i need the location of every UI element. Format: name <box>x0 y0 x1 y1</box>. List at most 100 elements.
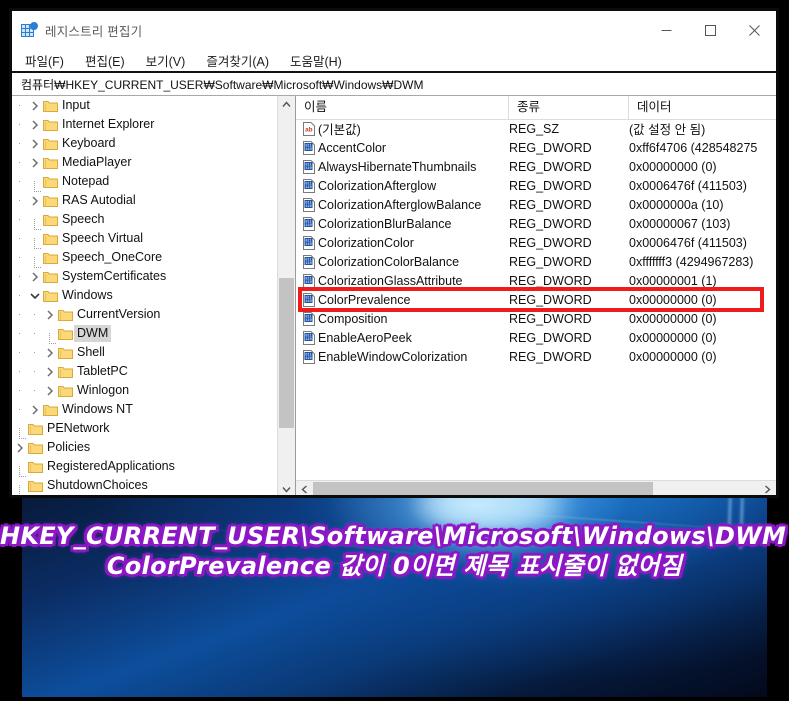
value-row[interactable]: 011 110 ColorizationGlassAttribute REG_DWOR… <box>296 271 776 290</box>
chevron-right-icon[interactable] <box>27 138 42 149</box>
menu-item-edit[interactable]: 편집(E) <box>83 50 127 71</box>
folder-icon <box>42 251 59 264</box>
values-list[interactable]: ab (기본값) REG_SZ (값 설정 안 됨) 011 110 AccentColor… <box>296 119 776 481</box>
tree-item-penetwork[interactable]: PENetwork <box>12 419 278 439</box>
tree-item-label: Winlogon <box>77 383 130 397</box>
tree-item-internet-explorer[interactable]: Internet Explorer <box>12 115 278 134</box>
title-bar: 레지스트리 편집기 <box>12 11 776 49</box>
values-hscroll-thumb[interactable] <box>313 482 653 495</box>
folder-icon <box>42 175 59 188</box>
value-row[interactable]: 011 110 EnableWindowColorization REG_DWORD 0… <box>296 347 776 366</box>
tree-item-systemcertificates[interactable]: SystemCertificates <box>12 267 278 286</box>
caption-overlay: HKEY_CURRENT_USER\Software\Microsoft\Win… <box>0 521 789 581</box>
column-header-type[interactable]: 종류 <box>509 96 629 119</box>
folder-icon <box>57 308 74 321</box>
tree-item-label: MediaPlayer <box>62 155 132 169</box>
registry-path-text: 컴퓨터₩HKEY_CURRENT_USER₩Software₩Microsoft… <box>21 77 424 92</box>
value-name: Composition <box>318 311 388 326</box>
value-row[interactable]: 011 110 ColorizationAfterglowBalance REG_DW… <box>296 195 776 214</box>
dword-value-icon: 011 110 <box>296 349 318 364</box>
string-value-icon: ab <box>296 121 318 136</box>
chevron-right-icon[interactable] <box>27 404 42 415</box>
chevron-right-icon[interactable] <box>42 309 57 320</box>
tree-item-currentversion[interactable]: CurrentVersion <box>12 305 278 324</box>
value-row[interactable]: 011 110 ColorizationColor REG_DWORD 0x000647… <box>296 233 776 252</box>
value-row[interactable]: ab (기본값) REG_SZ (값 설정 안 됨) <box>296 119 776 138</box>
value-name: AccentColor <box>318 140 387 155</box>
chevron-right-icon[interactable] <box>27 119 42 130</box>
svg-text:110: 110 <box>305 167 311 171</box>
scroll-down-icon[interactable] <box>278 481 295 495</box>
value-row[interactable]: 011 110 Composition REG_DWORD 0x00000000 (0) <box>296 309 776 328</box>
value-row[interactable]: 011 110 ColorizationAfterglow REG_DWORD 0x00… <box>296 176 776 195</box>
tree-item-notepad[interactable]: Notepad <box>12 172 278 192</box>
values-hscroll-track[interactable] <box>313 481 759 495</box>
chevron-right-icon[interactable] <box>27 100 42 111</box>
chevron-right-icon[interactable] <box>27 195 42 206</box>
chevron-right-icon[interactable] <box>42 347 57 358</box>
maximize-button[interactable] <box>688 11 732 49</box>
dword-value-icon: 011 110 <box>296 311 318 326</box>
column-header-name[interactable]: 이름 <box>296 96 509 119</box>
chevron-right-icon[interactable] <box>27 271 42 282</box>
tree-item-shell[interactable]: Shell <box>12 343 278 362</box>
value-name: ColorizationBlurBalance <box>318 216 452 231</box>
window-controls <box>644 11 776 49</box>
values-horizontal-scrollbar[interactable] <box>296 480 776 495</box>
folder-icon <box>27 460 44 473</box>
address-bar[interactable]: 컴퓨터₩HKEY_CURRENT_USER₩Software₩Microsoft… <box>12 73 776 96</box>
tree-item-label: Windows NT <box>62 402 133 416</box>
value-row[interactable]: 011 110 ColorizationBlurBalance REG_DWORD 0x… <box>296 214 776 233</box>
registry-tree[interactable]: Input Internet Explorer Keyboard MediaPlaye… <box>12 96 278 498</box>
tree-item-startisback[interactable]: StartIsBack <box>12 495 278 498</box>
value-data: 0x0000000a (10) <box>629 197 724 212</box>
tree-item-label: RAS Autodial <box>62 193 136 207</box>
menu-item-favorites[interactable]: 즐겨찾기(A) <box>204 50 271 71</box>
column-header-data[interactable]: 데이터 <box>629 96 776 119</box>
close-button[interactable] <box>732 11 776 49</box>
tree-item-shutdownchoices[interactable]: ShutdownChoices <box>12 476 278 495</box>
scroll-right-icon[interactable] <box>759 481 776 495</box>
tree-item-windows[interactable]: Windows <box>12 286 278 305</box>
tree-item-speech[interactable]: Speech <box>12 210 278 230</box>
tree-vertical-scrollbar[interactable] <box>277 96 295 495</box>
scroll-up-icon[interactable] <box>278 96 295 113</box>
value-row[interactable]: 011 110 AccentColor REG_DWORD 0xff6f4706 (42… <box>296 138 776 157</box>
value-type: REG_DWORD <box>509 273 592 288</box>
tree-item-input[interactable]: Input <box>12 96 278 115</box>
value-row[interactable]: 011 110 ColorPrevalence REG_DWORD 0x00000000… <box>296 290 776 309</box>
value-row[interactable]: 011 110 AlwaysHibernateThumbnails REG_DWORD… <box>296 157 776 176</box>
value-type: REG_DWORD <box>509 311 592 326</box>
tree-item-ras-autodial[interactable]: RAS Autodial <box>12 191 278 210</box>
tree-item-tabletpc[interactable]: TabletPC <box>12 362 278 381</box>
minimize-button[interactable] <box>644 11 688 49</box>
tree-item-registeredapplications[interactable]: RegisteredApplications <box>12 457 278 477</box>
chevron-right-icon[interactable] <box>12 442 27 453</box>
value-row[interactable]: 011 110 EnableAeroPeek REG_DWORD 0x00000000 … <box>296 328 776 347</box>
tree-item-speech-onecore[interactable]: Speech_OneCore <box>12 248 278 268</box>
tree-item-speech-virtual[interactable]: Speech Virtual <box>12 229 278 249</box>
value-row[interactable]: 011 110 ColorizationColorBalance REG_DWORD 0… <box>296 252 776 271</box>
chevron-right-icon[interactable] <box>42 385 57 396</box>
folder-icon <box>42 194 59 207</box>
value-name: (기본값) <box>318 123 361 137</box>
value-type: REG_DWORD <box>509 254 592 269</box>
tree-item-policies[interactable]: Policies <box>12 438 278 457</box>
scroll-left-icon[interactable] <box>296 481 313 495</box>
tree-item-label: Internet Explorer <box>62 117 155 131</box>
dword-value-icon: 011 110 <box>296 292 318 307</box>
tree-scroll-thumb[interactable] <box>279 278 294 428</box>
value-data: 0xfffffff3 (4294967283) <box>629 254 754 269</box>
tree-item-dwm[interactable]: DWM <box>12 324 278 344</box>
chevron-right-icon[interactable] <box>27 157 42 168</box>
tree-item-mediaplayer[interactable]: MediaPlayer <box>12 153 278 172</box>
tree-item-windows-nt[interactable]: Windows NT <box>12 400 278 419</box>
chevron-right-icon[interactable] <box>42 366 57 377</box>
chevron-down-icon[interactable] <box>27 292 42 300</box>
menu-item-help[interactable]: 도움말(H) <box>288 50 344 71</box>
tree-item-winlogon[interactable]: Winlogon <box>12 381 278 400</box>
menu-item-file[interactable]: 파일(F) <box>23 50 66 71</box>
menu-item-view[interactable]: 보기(V) <box>144 50 188 71</box>
tree-item-keyboard[interactable]: Keyboard <box>12 134 278 153</box>
folder-icon <box>42 213 59 226</box>
